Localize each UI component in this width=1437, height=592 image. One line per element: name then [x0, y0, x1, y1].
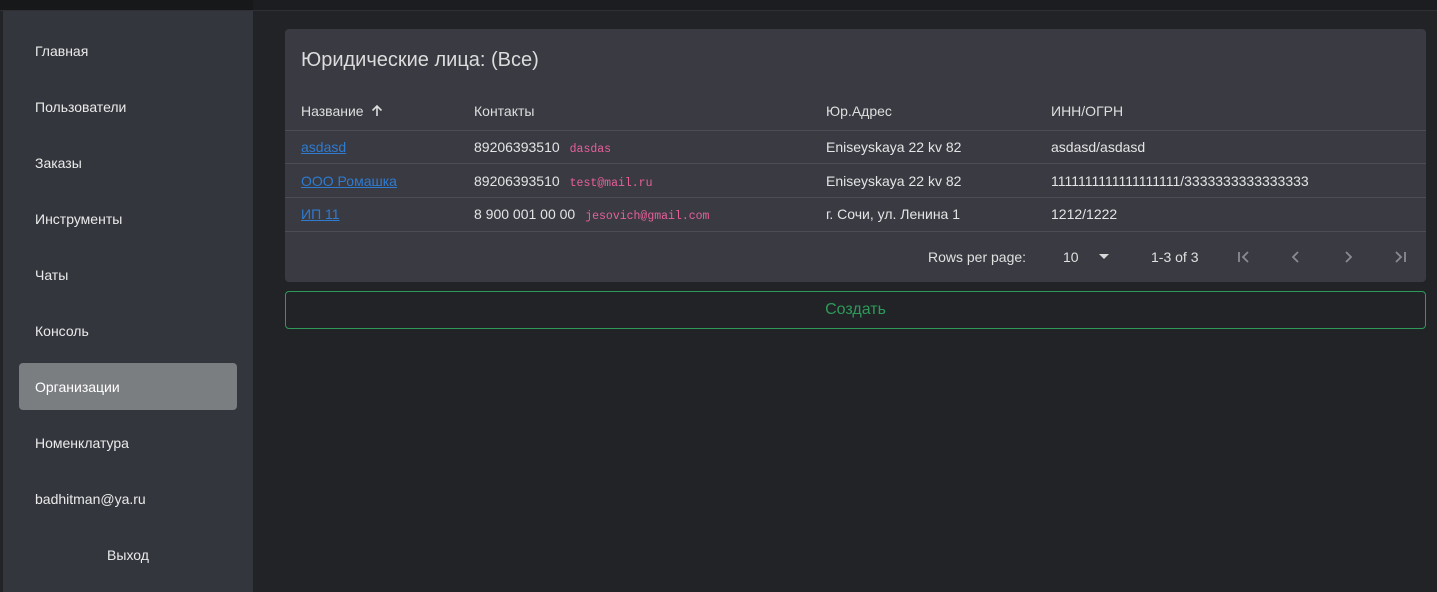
sidebar-item-label: Чаты: [35, 266, 69, 283]
sidebar: Главная Пользователи Заказы Инструменты …: [3, 11, 253, 592]
contacts-cell: 89206393510 test@mail.ru: [474, 173, 652, 190]
organization-link[interactable]: ИП 11: [301, 206, 340, 222]
sidebar-item-label: Главная: [35, 42, 89, 59]
legal-entities-table-card: Юридические лица: (Все) Название Контакт…: [285, 29, 1426, 282]
sidebar-item-label: badhitman@ya.ru: [35, 490, 146, 507]
divider: [285, 231, 1426, 232]
sidebar-item-label: Заказы: [35, 154, 82, 171]
sidebar-item-label: Пользователи: [35, 98, 127, 115]
contacts-cell: 8 900 001 00 00 jesovich@gmail.com: [474, 206, 709, 223]
page-title: Юридические лица: (Все): [301, 49, 539, 71]
address-cell: Eniseyskaya 22 kv 82: [826, 173, 962, 189]
organization-link[interactable]: ООО Ромашка: [301, 173, 397, 189]
last-page-button[interactable]: [1388, 247, 1412, 267]
rows-per-page-select[interactable]: 10: [1063, 247, 1115, 267]
sidebar-item-label: Инструменты: [35, 210, 123, 227]
sidebar-item-label: Организации: [35, 378, 120, 395]
sidebar-item-chats[interactable]: Чаты: [19, 251, 237, 298]
email: jesovich@gmail.com: [585, 210, 710, 223]
sidebar-item-label: Консоль: [35, 322, 89, 339]
sidebar-item-profile[interactable]: badhitman@ya.ru: [19, 475, 237, 522]
column-header-name[interactable]: Название: [301, 103, 384, 119]
previous-page-button[interactable]: [1284, 247, 1308, 267]
phone: 89206393510: [474, 139, 560, 155]
create-button[interactable]: Создать: [285, 291, 1426, 329]
sidebar-item-home[interactable]: Главная: [19, 27, 237, 74]
inn-ogrn-cell: 1111111111111111111/3333333333333333: [1051, 173, 1309, 189]
sidebar-item-logout[interactable]: Выход: [19, 531, 237, 578]
last-page-icon: [1395, 251, 1406, 263]
contacts-cell: 89206393510 dasdas: [474, 139, 611, 156]
first-page-icon: [1238, 251, 1249, 263]
next-page-button[interactable]: [1336, 247, 1360, 267]
sidebar-item-orders[interactable]: Заказы: [19, 139, 237, 186]
divider: [285, 163, 1426, 164]
chevron-left-icon: [1291, 251, 1299, 263]
organization-link[interactable]: asdasd: [301, 139, 346, 155]
email: test@mail.ru: [569, 177, 653, 190]
sidebar-item-organizations[interactable]: Организации: [19, 363, 237, 410]
sidebar-item-label: Номенклатура: [35, 434, 129, 451]
phone: 89206393510: [474, 173, 560, 189]
chevron-right-icon: [1345, 251, 1353, 263]
sidebar-item-nomenclature[interactable]: Номенклатура: [19, 419, 237, 466]
inn-ogrn-cell: 1212/1222: [1051, 206, 1118, 222]
sidebar-item-label: Выход: [107, 546, 149, 563]
arrow-up-icon: [371, 104, 382, 116]
rows-per-page-label: Rows per page:: [928, 249, 1027, 265]
sidebar-item-console[interactable]: Консоль: [19, 307, 237, 354]
inn-ogrn-cell: asdasd/asdasd: [1051, 139, 1146, 155]
divider: [285, 130, 1426, 131]
column-header-address[interactable]: Юр.Адрес: [826, 103, 892, 119]
column-header-inn-ogrn[interactable]: ИНН/ОГРН: [1051, 103, 1123, 119]
top-bar: [0, 0, 1437, 11]
column-header-contacts[interactable]: Контакты: [474, 103, 534, 119]
column-header-label: Название: [301, 103, 364, 119]
email: dasdas: [569, 143, 612, 156]
sidebar-item-tools[interactable]: Инструменты: [19, 195, 237, 242]
rows-per-page-value: 10: [1063, 249, 1079, 265]
phone: 8 900 001 00 00: [474, 206, 576, 222]
sidebar-item-users[interactable]: Пользователи: [19, 83, 237, 130]
address-cell: г. Сочи, ул. Ленина 1: [826, 206, 961, 222]
divider: [285, 197, 1426, 198]
pagination-range: 1-3 of 3: [1151, 249, 1199, 265]
caret-down-icon: [1098, 254, 1109, 259]
first-page-button[interactable]: [1232, 247, 1256, 267]
address-cell: Eniseyskaya 22 kv 82: [826, 139, 962, 155]
